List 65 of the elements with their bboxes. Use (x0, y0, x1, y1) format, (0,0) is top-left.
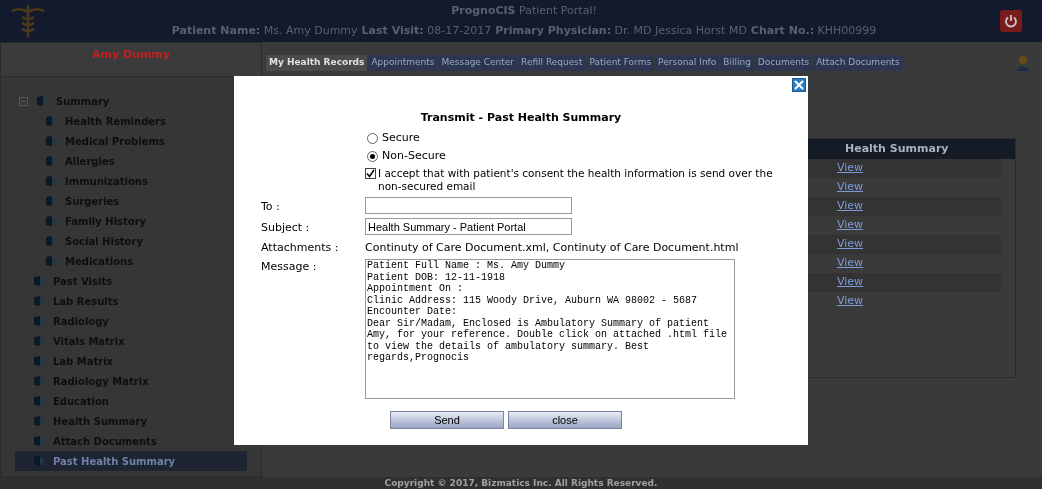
dialog-button[interactable]: close (508, 411, 622, 429)
field-label: Attachments : (261, 239, 340, 256)
consent-checkbox[interactable] (365, 167, 376, 179)
power-icon (1004, 14, 1018, 28)
close-icon[interactable] (792, 78, 806, 92)
patient-fact: Chart No.: KHH00999 (750, 23, 877, 39)
field-label: To : (261, 198, 281, 215)
folder-icon (33, 335, 45, 347)
folder-icon (33, 315, 45, 327)
sidebar-label: Past Health Summary (53, 454, 176, 469)
view-link[interactable]: View (837, 274, 864, 291)
patient-fact: Primary Physician: Dr. MD Jessica Horst MD (495, 23, 747, 39)
sidebar-item[interactable]: Past Health Summary (15, 451, 247, 471)
patient-fact: Last Visit: 08-17-2017 (361, 23, 492, 39)
portal-title: PrognoCIS Patient Portal! (451, 3, 597, 17)
view-link[interactable]: View (837, 217, 864, 234)
nav-tab[interactable]: Documents (754, 55, 813, 71)
folder-icon (33, 295, 45, 307)
folder-icon (45, 115, 57, 127)
nav-tab[interactable]: Patient Forms (586, 55, 655, 71)
column-header: Health Summary (845, 140, 949, 157)
folder-icon (45, 195, 57, 207)
patient-name: Amy Dummy (92, 47, 170, 63)
to-field[interactable] (365, 196, 572, 214)
folder-icon (45, 235, 57, 247)
field-label: Message : (261, 259, 318, 275)
attachments-text: Continuty of Care Document.xml, Continuty of Care Document.html (365, 239, 740, 256)
folder-icon (45, 255, 57, 267)
nav-tab[interactable]: Refill Request (518, 55, 586, 71)
folder-icon (33, 375, 45, 387)
radio-label: Non-Secure (382, 148, 446, 165)
logout-button[interactable] (1000, 10, 1022, 32)
folder-icon (33, 395, 45, 407)
patient-fact: Patient Name: Ms. Amy Dummy (171, 23, 358, 39)
user-icon (1016, 55, 1030, 71)
folder-icon (33, 455, 45, 467)
dialog-button[interactable]: Send (390, 411, 504, 429)
subject-field[interactable]: Health Summary - Patient Portal (365, 218, 572, 235)
view-link[interactable]: View (837, 255, 864, 272)
radio-label: Secure (382, 130, 420, 147)
folder-icon (33, 415, 45, 427)
folder-icon (36, 95, 48, 107)
folder-icon (45, 175, 57, 187)
dialog-title: Transmit - Past Health Summary (420, 110, 622, 126)
nav-tab[interactable]: Attach Documents (813, 55, 903, 71)
nav-tab[interactable]: My Health Records (266, 55, 368, 71)
consent-text: I accept that with patient's consent the health information is send over the non-secured email (378, 166, 774, 193)
view-link[interactable]: View (837, 293, 864, 310)
folder-icon (45, 135, 57, 147)
nav-tab[interactable]: Appointments (368, 55, 438, 71)
nav-tab[interactable]: Billing (720, 55, 754, 71)
folder-icon (45, 155, 57, 167)
nav-tab[interactable]: Message Center (438, 55, 518, 71)
folder-icon (45, 215, 57, 227)
folder-icon (33, 435, 45, 447)
view-link[interactable]: View (837, 160, 864, 177)
copyright-text: Copyright © 2017, Bizmatics Inc. All Rights Reserved. (384, 477, 658, 489)
nav-tab[interactable]: Personal Info (655, 55, 720, 71)
message-field[interactable]: Patient Full Name : Ms. Amy Dummy Patient DOB: 12-11-1918 Appointment On : Clinic Address: 115 Woody Drive, Auburn WA 98002 - 5687 Encounter Date: Dear Sir/Madam, Enclosed is Ambulatory Summary of patient Amy, for your reference. Double click on attached .html file to view the details of ambulatory summary. Best regards,Prognocis (365, 259, 735, 399)
view-link[interactable]: View (837, 236, 864, 253)
folder-icon (33, 355, 45, 367)
view-link[interactable]: View (837, 179, 864, 196)
view-link[interactable]: View (837, 198, 864, 215)
field-label: Subject : (261, 220, 311, 236)
folder-icon (33, 275, 45, 287)
